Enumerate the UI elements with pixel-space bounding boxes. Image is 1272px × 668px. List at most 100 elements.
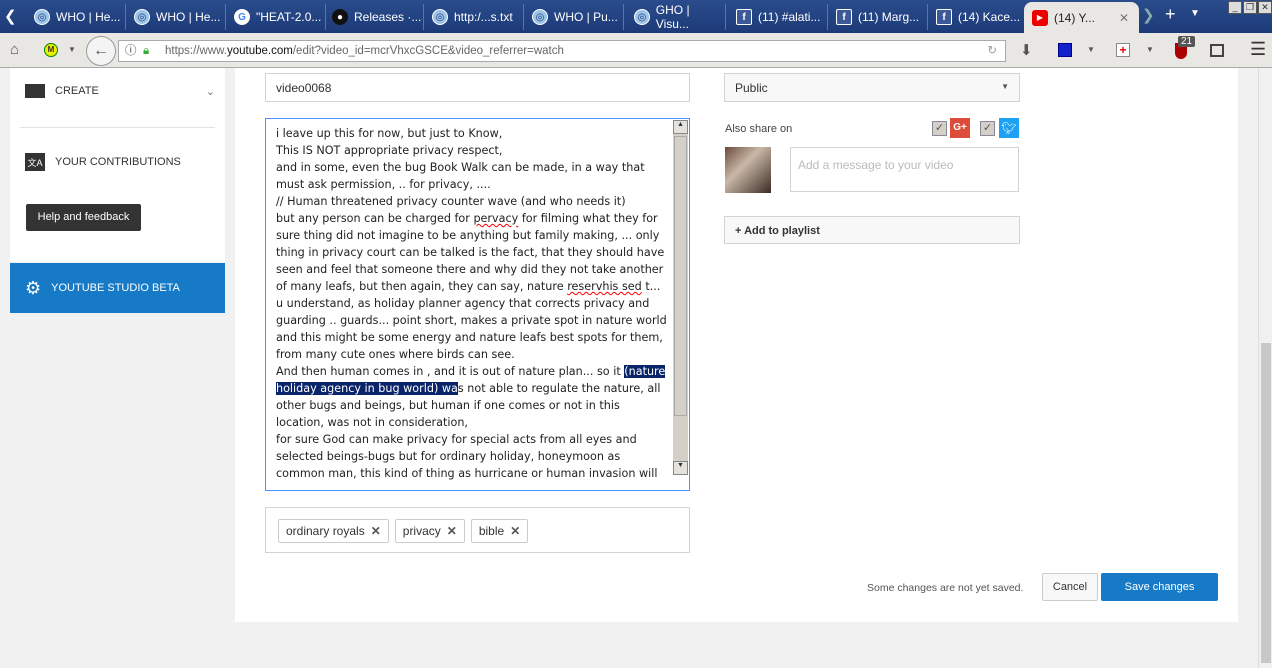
desc-line: // Human threatened privacy counter wave… [276,195,626,208]
url-bar[interactable]: ⓘ 🔒︎ https://www.youtube.com/edit?video_… [118,40,1006,62]
scroll-up-icon[interactable]: ▲ [673,120,688,134]
tab-label: (14) Y... [1054,10,1095,25]
url-prefix: https://www. [165,45,227,57]
desc-line: seen and feel that someone there and why… [276,263,664,276]
tab-label: (14) Kace... [958,10,1021,24]
first-aid-dropdown-icon[interactable]: ▼ [1146,45,1154,54]
extension-dropdown-icon[interactable]: ▼ [68,45,76,54]
create-label: CREATE [55,85,99,97]
back-button[interactable]: ← [86,36,116,66]
nav-bar: ⌂ M ▼ ← ⓘ 🔒︎ https://www.youtube.com/edi… [0,33,1272,68]
close-window-icon[interactable]: ✕ [1258,1,1272,14]
new-tab-icon[interactable]: + [1165,4,1176,25]
tab-list-icon[interactable]: ▼ [1190,8,1200,19]
twitter-icon: 🐦︎ [999,118,1019,138]
save-page-icon[interactable] [1058,43,1072,57]
remove-tag-icon[interactable]: ✕ [447,524,457,538]
avatar [725,147,771,193]
info-icon[interactable]: ⓘ [125,41,137,61]
browser-tab[interactable]: f (11) #alati... [728,4,828,30]
browser-tab[interactable]: ◎ WHO | Pu... [524,4,624,30]
share-message-input[interactable]: Add a message to your video [790,147,1019,192]
extension-icon[interactable]: M [44,43,58,57]
browser-tab[interactable]: f (11) Marg... [828,4,928,30]
minimize-icon[interactable]: _ [1228,1,1242,14]
menu-icon[interactable]: ☰ [1250,39,1266,60]
browser-tab[interactable]: ◎ GHO | Visu... [626,3,726,31]
tag-label: privacy [402,524,441,538]
lock-icon: 🔒︎ [143,45,150,57]
tag-chip: privacy ✕ [394,519,465,543]
tab-label: (11) #alati... [758,10,821,24]
sidebar-toggle-icon[interactable] [1210,44,1224,57]
browser-tab[interactable]: ▶ (14) Y... ✕ [1024,2,1139,33]
studio-label: YOUTUBE STUDIO BETA [51,282,180,294]
textarea-scrollbar[interactable]: ▲ ▼ [673,120,688,475]
desc-line: sure thing did not imagine to be anythin… [276,229,660,242]
scroll-tabs-right-icon[interactable]: ❯ [1142,6,1155,24]
save-changes-button[interactable]: Save changes [1101,573,1218,601]
page-scroll-thumb[interactable] [1261,343,1271,663]
scroll-thumb[interactable] [674,136,687,416]
desc-line: s not able to regulate the nature, all [457,382,661,395]
facebook-icon: f [836,9,852,25]
download-icon[interactable]: ⬇ [1020,41,1033,59]
privacy-value: Public [735,81,768,95]
unsaved-notice: Some changes are not yet saved. [867,582,1024,594]
remove-tag-icon[interactable]: ✕ [371,524,381,538]
twitter-checkbox[interactable]: ✓ [980,121,995,136]
chevron-down-icon[interactable]: ⌄ [206,85,215,98]
desc-line: other bugs and beings, but human if one … [276,399,620,412]
cancel-button[interactable]: Cancel [1042,573,1098,601]
window-controls: _ ❐ ✕ [1228,1,1272,14]
scroll-down-icon[interactable]: ▼ [673,461,688,475]
title-input[interactable]: video0068 [265,73,690,102]
tab-label: "HEAT-2.0... [256,10,322,24]
desc-line: for sure God can make privacy for specia… [276,433,637,446]
description-textarea[interactable]: i leave up this for now, but just to Kno… [265,118,690,491]
tag-label: ordinary royals [286,524,365,538]
browser-tab[interactable]: ● Releases ·... [324,4,424,30]
desc-line: i leave up this for now, but just to Kno… [276,127,503,140]
misspelled-word: pervacy [473,212,519,225]
browser-tab[interactable]: G "HEAT-2.0... [226,4,326,30]
close-tab-icon[interactable]: ✕ [1119,11,1129,25]
sidebar-item-contributions[interactable]: 文A YOUR CONTRIBUTIONS [25,153,181,171]
youtube-icon: ▶ [1032,9,1048,26]
reload-icon[interactable]: ↻ [987,41,997,61]
contributions-label: YOUR CONTRIBUTIONS [55,156,181,168]
home-icon[interactable]: ⌂ [10,41,19,58]
scroll-tabs-left-icon[interactable]: ❮ [4,7,17,25]
desc-line: guarding .. guards... point short, makes… [276,314,667,327]
privacy-select[interactable]: Public ▼ [724,73,1020,102]
browser-tab[interactable]: f (14) Kace... [928,4,1028,30]
google-plus-icon: G+ [950,118,970,138]
tags-input[interactable]: ordinary royals ✕ privacy ✕ bible ✕ [265,507,690,553]
desc-line: And then human comes in , and it is out … [276,365,625,378]
sidebar-item-studio-beta[interactable]: ⚙ YOUTUBE STUDIO BETA [10,263,225,313]
title-value: video0068 [276,81,332,95]
tab-label: http:/...s.txt [454,10,513,24]
desc-line: selected beings-bugs but for ordinary ho… [276,450,621,463]
page-scrollbar[interactable] [1258,68,1272,668]
desc-line: for filming what they for [518,212,658,225]
tab-label: WHO | He... [56,10,121,24]
sidebar-item-create[interactable]: CREATE ⌄ [25,84,215,98]
url-path: /edit?video_id=mcrVhxcGSCE&video_referre… [292,45,564,57]
browser-tab[interactable]: ◎ http:/...s.txt [424,4,524,30]
tab-label: WHO | Pu... [554,10,618,24]
google-icon: G [234,9,250,25]
desc-line: t... [641,280,661,293]
who-icon: ◎ [34,9,50,25]
help-feedback-button[interactable]: Help and feedback [26,204,141,231]
gplus-checkbox[interactable]: ✓ [932,121,947,136]
browser-tab[interactable]: ◎ WHO | He... [126,4,226,30]
browser-tab[interactable]: ◎ WHO | He... [26,4,126,30]
remove-tag-icon[interactable]: ✕ [510,524,520,538]
save-dropdown-icon[interactable]: ▼ [1087,45,1095,54]
add-to-playlist-button[interactable]: + Add to playlist [724,216,1020,244]
desc-line: thing in privacy court can be talked is … [276,246,665,259]
left-sidebar: CREATE ⌄ 文A YOUR CONTRIBUTIONS Help and … [10,68,225,262]
restore-icon[interactable]: ❐ [1243,1,1257,14]
first-aid-icon[interactable]: + [1116,43,1130,57]
